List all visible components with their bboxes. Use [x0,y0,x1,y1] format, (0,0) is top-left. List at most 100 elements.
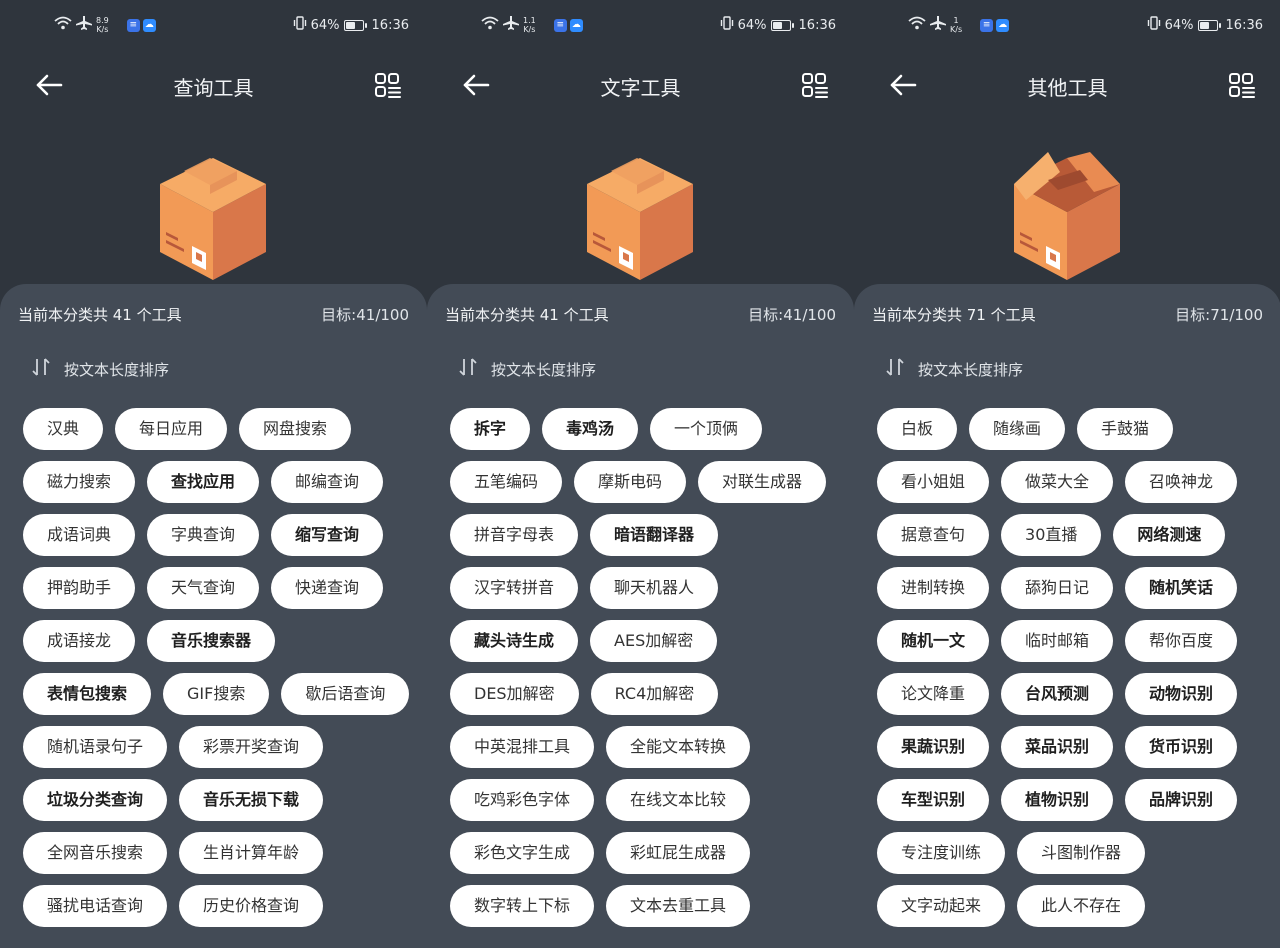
tools-panel: 当前本分类共 41 个工具 目标:41/100 按文本长度排序 汉典 每日应用 网盘搜索磁… [0,284,427,948]
tool-chip[interactable]: GIF搜索 [163,673,270,715]
tool-chip[interactable]: 汉典 [23,408,104,450]
tool-chip[interactable]: 磁力搜索 [23,461,136,503]
grid-list-icon[interactable] [800,71,830,101]
tool-chip[interactable]: 藏头诗生成 [450,620,579,662]
tool-chip[interactable]: 品牌识别 [1125,779,1238,821]
grid-list-icon[interactable] [373,71,403,101]
tool-chip[interactable]: 白板 [877,408,958,450]
tool-chip[interactable]: 植物识别 [1001,779,1114,821]
tool-chip[interactable]: 全能文本转换 [606,726,751,768]
sort-by-length-button[interactable]: 按文本长度排序 [30,356,169,382]
tool-chip[interactable]: 生肖计算年龄 [179,832,324,874]
tool-chip[interactable]: 彩色文字生成 [450,832,595,874]
tool-chip[interactable]: 中英混排工具 [450,726,595,768]
tool-chip[interactable]: 网盘搜索 [239,408,352,450]
cloud-notification-icon: ☁ [996,18,1010,32]
page-title: 文字工具 [600,76,681,100]
tool-chip[interactable]: 文本去重工具 [606,885,751,927]
tool-chip[interactable]: 音乐搜索器 [147,620,276,662]
tool-chip[interactable]: 天气查询 [147,567,260,609]
tool-chip[interactable]: 表情包搜索 [23,673,152,715]
tool-chip[interactable]: 帮你百度 [1125,620,1238,662]
tool-chip[interactable]: 随缘画 [969,408,1066,450]
tool-chip-list: 白板 随缘画 手鼓猫 看小姐姐 做菜大全 召唤神龙 据意查句 30直播 网络测速 进制转换 舔狗日记… [877,408,1273,938]
tool-chip[interactable]: 成语接龙 [23,620,136,662]
tool-chip[interactable]: 骚扰电话查询 [23,885,168,927]
tool-chip[interactable]: 据意查句 [877,514,990,556]
tool-chip[interactable]: 随机语录句子 [23,726,168,768]
tool-chip[interactable]: 成语词典 [23,514,136,556]
tool-chip[interactable]: 押韵助手 [23,567,136,609]
chip-row: 专注度训练 斗图制作器 [877,832,1273,874]
tool-chip[interactable]: 聊天机器人 [590,567,719,609]
tool-chip[interactable]: 召唤神龙 [1125,461,1238,503]
tool-chip[interactable]: 音乐无损下载 [179,779,324,821]
grid-list-icon[interactable] [1227,71,1257,101]
cloud-notification-icon: ☁ [569,18,583,32]
tool-chip[interactable]: DES加解密 [450,673,579,715]
chip-row: 白板 随缘画 手鼓猫 [877,408,1273,450]
tool-chip[interactable]: 拼音字母表 [450,514,579,556]
sort-by-length-button[interactable]: 按文本长度排序 [884,356,1023,382]
tool-chip[interactable]: 网络测速 [1113,514,1226,556]
tool-chip[interactable]: 做菜大全 [1001,461,1114,503]
tool-chip[interactable]: 彩虹屁生成器 [606,832,751,874]
tool-chip[interactable]: 垃圾分类查询 [23,779,168,821]
wifi-icon [481,16,499,34]
tool-chip[interactable]: 全网音乐搜索 [23,832,168,874]
tool-chip[interactable]: 暗语翻译器 [590,514,719,556]
app-notification-icon: ≡ [553,18,567,32]
chip-row: 拼音字母表 暗语翻译器 [450,514,846,556]
tool-chip[interactable]: 随机笑话 [1125,567,1238,609]
tool-chip[interactable]: 快递查询 [271,567,384,609]
chip-row: DES加解密 RC4加解密 [450,673,846,715]
tool-chip[interactable]: 字典查询 [147,514,260,556]
sort-by-length-button[interactable]: 按文本长度排序 [457,356,596,382]
tool-chip[interactable]: 缩写查询 [271,514,384,556]
tool-chip[interactable]: 毒鸡汤 [542,408,639,450]
tool-chip[interactable]: 车型识别 [877,779,990,821]
goal-progress: 目标:71/100 [1175,306,1263,324]
tool-chip[interactable]: 货币识别 [1125,726,1238,768]
tool-count-summary: 当前本分类共 41 个工具 [18,306,182,324]
tool-chip[interactable]: 摩斯电码 [574,461,687,503]
tool-chip[interactable]: 进制转换 [877,567,990,609]
tool-chip[interactable]: 临时邮箱 [1001,620,1114,662]
tool-chip[interactable]: 汉字转拼音 [450,567,579,609]
closed-box-icon [581,150,699,284]
tool-chip[interactable]: 每日应用 [115,408,228,450]
tool-chip[interactable]: 文字动起来 [877,885,1006,927]
tool-chip[interactable]: 随机一文 [877,620,990,662]
tool-chip[interactable]: AES加解密 [590,620,718,662]
tool-chip[interactable]: 对联生成器 [698,461,827,503]
status-bar: 1.1 K/s ≡ ☁ 64% 16:36 [427,0,854,52]
tool-chip[interactable]: 手鼓猫 [1077,408,1174,450]
tool-chip[interactable]: 歇后语查询 [281,673,410,715]
tool-chip[interactable]: RC4加解密 [590,673,719,715]
tool-chip[interactable]: 此人不存在 [1017,885,1146,927]
tool-chip[interactable]: 舔狗日记 [1001,567,1114,609]
tool-chip[interactable]: 看小姐姐 [877,461,990,503]
tool-chip[interactable]: 彩票开奖查询 [179,726,324,768]
tool-chip[interactable]: 果蔬识别 [877,726,990,768]
sort-label: 按文本长度排序 [918,360,1024,379]
tool-chip[interactable]: 拆字 [450,408,531,450]
tool-chip[interactable]: 邮编查询 [271,461,384,503]
tool-chip[interactable]: 动物识别 [1125,673,1238,715]
page-title: 其他工具 [1027,76,1108,100]
tool-chip[interactable]: 台风预测 [1001,673,1114,715]
tool-chip[interactable]: 菜品识别 [1001,726,1114,768]
tool-chip[interactable]: 论文降重 [877,673,990,715]
tool-chip[interactable]: 五笔编码 [450,461,563,503]
tool-chip[interactable]: 斗图制作器 [1017,832,1146,874]
tool-chip[interactable]: 数字转上下标 [450,885,595,927]
tool-chip[interactable]: 在线文本比较 [606,779,751,821]
tool-chip[interactable]: 专注度训练 [877,832,1006,874]
chip-row: 垃圾分类查询 音乐无损下载 [23,779,419,821]
tool-chip[interactable]: 历史价格查询 [179,885,324,927]
tool-chip[interactable]: 一个顶俩 [650,408,763,450]
chip-row: 拆字 毒鸡汤 一个顶俩 [450,408,846,450]
tool-chip[interactable]: 吃鸡彩色字体 [450,779,595,821]
tool-chip[interactable]: 查找应用 [147,461,260,503]
tool-chip[interactable]: 30直播 [1001,514,1102,556]
